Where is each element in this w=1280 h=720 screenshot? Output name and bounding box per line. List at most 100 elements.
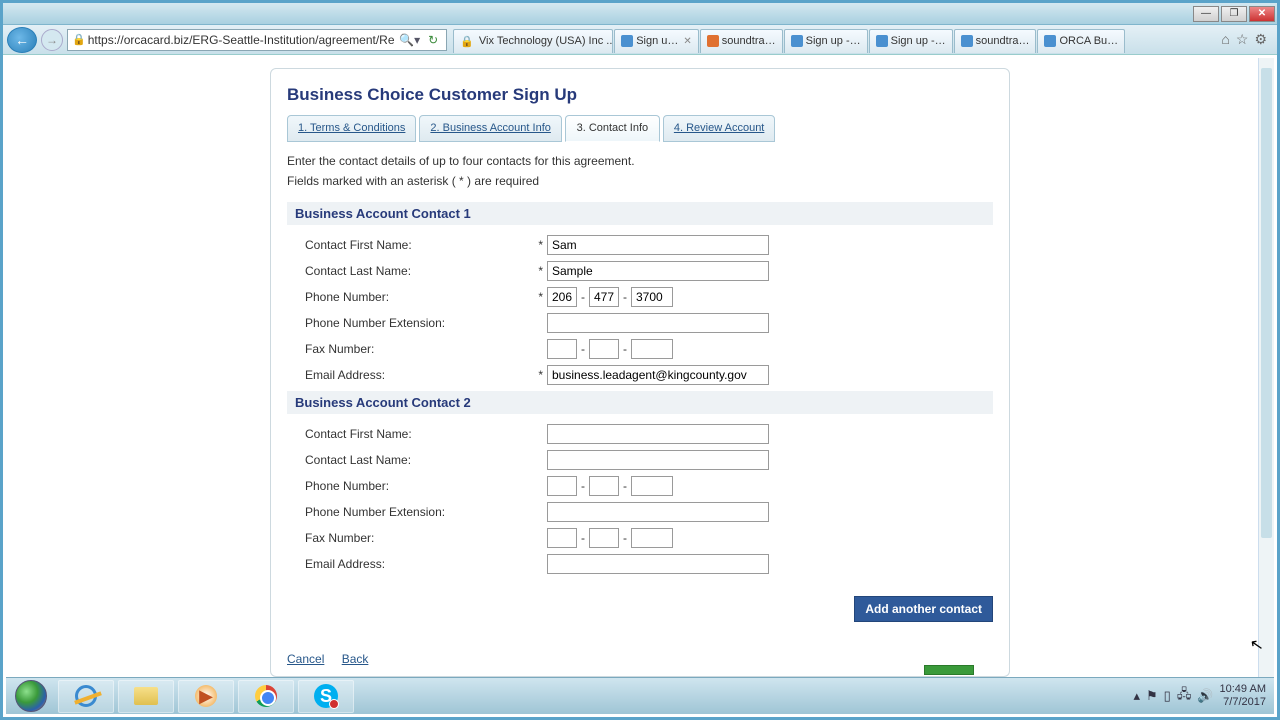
- favicon-icon: [1044, 35, 1056, 47]
- tray-up-icon[interactable]: ▴: [1133, 688, 1140, 704]
- required-note: Fields marked with an asterisk ( * ) are…: [287, 174, 993, 188]
- page-title: Business Choice Customer Sign Up: [287, 85, 993, 105]
- address-bar[interactable]: 🔒 https://orcacard.biz/ERG-Seattle-Insti…: [67, 29, 447, 51]
- start-button[interactable]: [6, 678, 56, 715]
- intro-text: Enter the contact details of up to four …: [287, 154, 993, 168]
- label-ext: Phone Number Extension:: [305, 316, 535, 330]
- close-icon[interactable]: ✕: [683, 36, 691, 47]
- refresh-icon[interactable]: ↻: [424, 33, 442, 47]
- contact2-last-input[interactable]: [547, 450, 769, 470]
- favorites-icon[interactable]: ☆: [1236, 31, 1249, 48]
- favicon-icon: [621, 35, 633, 47]
- system-tray: ▴ ⚑ ▯ 🖧 🔊 10:49 AM 7/7/2017: [1125, 683, 1274, 709]
- windows-orb-icon: [15, 680, 47, 712]
- battery-icon[interactable]: ▯: [1164, 688, 1171, 704]
- tab-2[interactable]: soundtra…: [700, 29, 783, 53]
- step-terms[interactable]: 1. Terms & Conditions: [287, 115, 416, 142]
- flag-icon[interactable]: ⚑: [1146, 688, 1158, 704]
- label-first: Contact First Name:: [305, 238, 535, 252]
- signup-card: Business Choice Customer Sign Up 1. Term…: [270, 68, 1010, 677]
- taskbar-ie[interactable]: [58, 680, 114, 713]
- taskbar-wmp[interactable]: ▶: [178, 680, 234, 713]
- step-contact-info[interactable]: 3. Contact Info: [565, 115, 660, 142]
- contact1-phone1-input[interactable]: [547, 287, 577, 307]
- close-button[interactable]: ✕: [1249, 6, 1275, 22]
- tab-5[interactable]: soundtra…: [954, 29, 1037, 53]
- contact1-first-input[interactable]: [547, 235, 769, 255]
- chrome-icon: [255, 685, 277, 707]
- section-contact2: Business Account Contact 2: [287, 391, 993, 414]
- step-review[interactable]: 4. Review Account: [663, 115, 776, 142]
- media-player-icon: ▶: [195, 685, 217, 707]
- label-phone2: Phone Number:: [305, 479, 535, 493]
- time-text: 10:49 AM: [1220, 683, 1266, 696]
- network-icon[interactable]: 🖧: [1177, 685, 1192, 707]
- gear-icon[interactable]: ⚙: [1254, 31, 1267, 48]
- label-fax2: Fax Number:: [305, 531, 535, 545]
- contact1-last-input[interactable]: [547, 261, 769, 281]
- label-phone: Phone Number:: [305, 290, 535, 304]
- lock-icon: 🔒: [460, 35, 474, 48]
- tab-6[interactable]: ORCA Bu…: [1037, 29, 1125, 53]
- lock-icon: 🔒: [72, 33, 86, 46]
- label-email2: Email Address:: [305, 557, 535, 571]
- contact1-phone3-input[interactable]: [631, 287, 673, 307]
- scrollbar[interactable]: [1258, 58, 1274, 677]
- label-fax: Fax Number:: [305, 342, 535, 356]
- contact1-fax1-input[interactable]: [547, 339, 577, 359]
- taskbar-chrome[interactable]: [238, 680, 294, 713]
- tab-3[interactable]: Sign up -…: [784, 29, 868, 53]
- label-last2: Contact Last Name:: [305, 453, 535, 467]
- skype-icon: S: [314, 684, 338, 708]
- folder-icon: [134, 687, 158, 705]
- window-titlebar: — ❐ ✕: [3, 3, 1277, 25]
- tab-active[interactable]: 🔒Vix Technology (USA) Inc ...: [453, 29, 613, 53]
- forward-button[interactable]: →: [41, 29, 63, 51]
- contact1-email-input[interactable]: [547, 365, 769, 385]
- page-viewport: Business Choice Customer Sign Up 1. Term…: [6, 58, 1274, 677]
- favicon-icon: [707, 35, 719, 47]
- contact2-fax2-input[interactable]: [589, 528, 619, 548]
- contact2-phone2-input[interactable]: [589, 476, 619, 496]
- footer-links: Cancel Back: [287, 652, 1009, 666]
- step-business-info[interactable]: 2. Business Account Info: [419, 115, 561, 142]
- taskbar: ▶ S ▴ ⚑ ▯ 🖧 🔊 10:49 AM 7/7/2017: [6, 677, 1274, 714]
- back-button[interactable]: ←: [7, 27, 37, 53]
- tab-1[interactable]: Sign u…✕: [614, 29, 699, 53]
- contact2-fax1-input[interactable]: [547, 528, 577, 548]
- contact2-phone1-input[interactable]: [547, 476, 577, 496]
- contact1-fax2-input[interactable]: [589, 339, 619, 359]
- favicon-icon: [876, 35, 888, 47]
- browser-tools: ⌂ ☆ ⚙: [1215, 31, 1273, 48]
- date-text: 7/7/2017: [1220, 696, 1266, 709]
- next-button[interactable]: [924, 665, 974, 675]
- contact2-phone3-input[interactable]: [631, 476, 673, 496]
- maximize-button[interactable]: ❐: [1221, 6, 1247, 22]
- minimize-button[interactable]: —: [1193, 6, 1219, 22]
- contact2-fax3-input[interactable]: [631, 528, 673, 548]
- home-icon[interactable]: ⌂: [1221, 31, 1229, 48]
- contact2-ext-input[interactable]: [547, 502, 769, 522]
- tab-4[interactable]: Sign up -…: [869, 29, 953, 53]
- clock[interactable]: 10:49 AM 7/7/2017: [1220, 683, 1266, 709]
- wizard-steps: 1. Terms & Conditions 2. Business Accoun…: [287, 115, 993, 142]
- cancel-link[interactable]: Cancel: [287, 652, 324, 666]
- url-text: https://orcacard.biz/ERG-Seattle-Institu…: [88, 33, 395, 47]
- taskbar-skype[interactable]: S: [298, 680, 354, 713]
- favicon-icon: [961, 35, 973, 47]
- contact2-email-input[interactable]: [547, 554, 769, 574]
- label-last: Contact Last Name:: [305, 264, 535, 278]
- volume-icon[interactable]: 🔊: [1197, 688, 1213, 704]
- contact1-fax3-input[interactable]: [631, 339, 673, 359]
- contact1-ext-input[interactable]: [547, 313, 769, 333]
- browser-toolbar: ← → 🔒 https://orcacard.biz/ERG-Seattle-I…: [3, 25, 1277, 55]
- add-another-contact-button[interactable]: Add another contact: [854, 596, 993, 622]
- contact1-phone2-input[interactable]: [589, 287, 619, 307]
- search-icon[interactable]: 🔍▾: [395, 33, 424, 47]
- scroll-thumb[interactable]: [1261, 68, 1272, 538]
- favicon-icon: [791, 35, 803, 47]
- tab-strip: 🔒Vix Technology (USA) Inc ... Sign u…✕ s…: [453, 27, 1211, 53]
- back-link[interactable]: Back: [342, 652, 369, 666]
- taskbar-explorer[interactable]: [118, 680, 174, 713]
- contact2-first-input[interactable]: [547, 424, 769, 444]
